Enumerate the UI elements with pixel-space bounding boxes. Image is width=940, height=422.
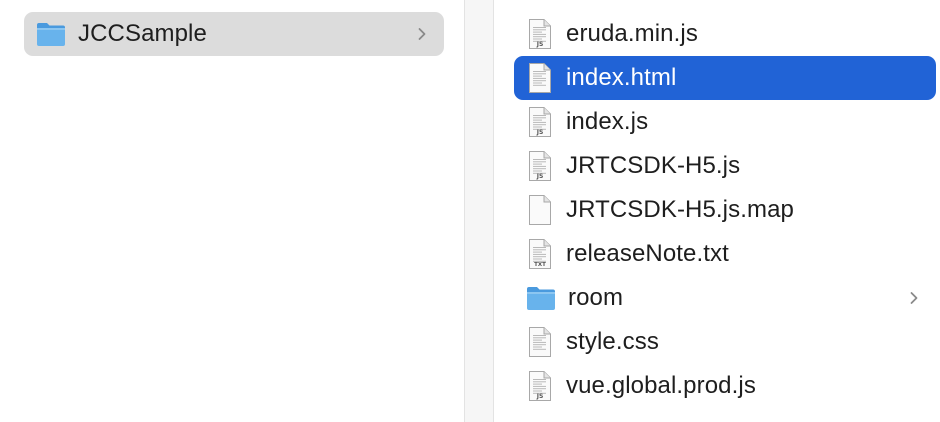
chevron-right-icon <box>910 292 918 304</box>
parent-column: JCCSample <box>0 0 464 422</box>
css-file-icon <box>529 327 551 357</box>
file-name: vue.global.prod.js <box>566 372 756 399</box>
file-row[interactable]: JS JRTCSDK-H5.js <box>514 144 936 188</box>
txt-file-icon: TXT <box>529 239 551 269</box>
folder-name: JCCSample <box>78 20 207 47</box>
file-name: eruda.min.js <box>566 20 698 47</box>
file-row[interactable]: JS vue.global.prod.js <box>514 364 936 408</box>
file-name: style.css <box>566 328 659 355</box>
file-row[interactable]: room <box>514 276 936 320</box>
folder-row-jccsample[interactable]: JCCSample <box>24 12 444 56</box>
file-row[interactable]: style.css <box>514 320 936 364</box>
folder-icon <box>527 287 555 310</box>
file-type-label: JS <box>536 129 544 136</box>
file-type-label: TXT <box>534 262 546 268</box>
file-row[interactable]: JS eruda.min.js <box>514 12 936 56</box>
file-name: index.js <box>566 108 649 135</box>
js-file-icon: JS <box>529 151 551 181</box>
folder-icon <box>37 23 65 46</box>
blank-file-icon <box>529 195 551 225</box>
file-name: room <box>568 284 624 311</box>
chevron-right-icon <box>418 28 426 40</box>
html-file-icon <box>529 63 551 93</box>
file-name: JRTCSDK-H5.js.map <box>566 196 794 223</box>
file-row[interactable]: JRTCSDK-H5.js.map <box>514 188 936 232</box>
js-file-icon: JS <box>529 107 551 137</box>
file-name: index.html <box>566 64 677 91</box>
file-type-label: JS <box>536 173 544 180</box>
file-name: releaseNote.txt <box>566 240 729 267</box>
file-row[interactable]: JS index.js <box>514 100 936 144</box>
file-type-label: JS <box>536 393 544 400</box>
contents-column: JS eruda.min.js index.html JS index.js JS JRTC… <box>494 0 940 422</box>
js-file-icon: JS <box>529 19 551 49</box>
file-type-label: JS <box>536 41 544 48</box>
file-name: JRTCSDK-H5.js <box>566 152 741 179</box>
finder-column-view: JCCSample JS eruda.min.js index.html JS inde… <box>0 0 940 422</box>
js-file-icon: JS <box>529 371 551 401</box>
file-row[interactable]: index.html <box>514 56 936 100</box>
column-gutter <box>465 0 493 422</box>
file-row[interactable]: TXT releaseNote.txt <box>514 232 936 276</box>
